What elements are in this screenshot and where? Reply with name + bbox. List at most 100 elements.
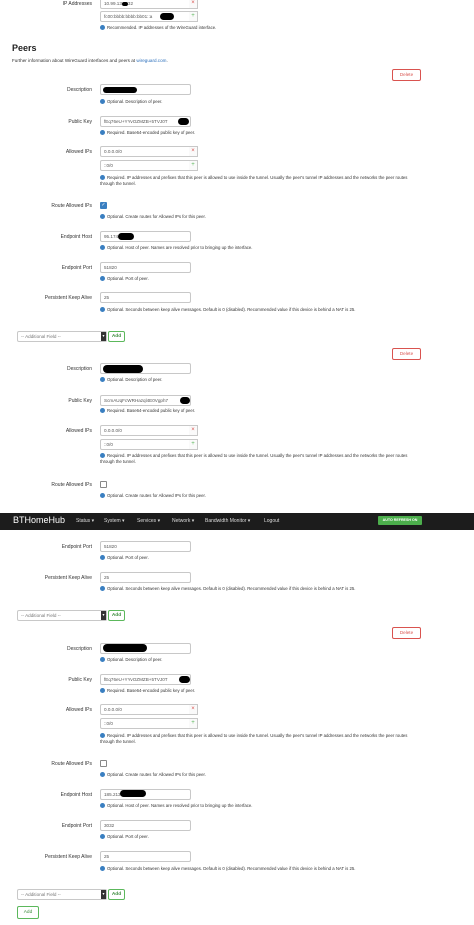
- keepalive-label: Persistent Keep Alive: [44, 575, 92, 581]
- keepalive-field[interactable]: 25: [100, 292, 191, 303]
- additional-field-select[interactable]: -- Additional Field -- ▼: [17, 610, 107, 621]
- allowed-ip-field-1[interactable]: 0.0.0.0/0: [100, 425, 191, 436]
- redaction-mark: [178, 118, 189, 125]
- add-peer-button[interactable]: Add: [17, 906, 39, 919]
- nav-system[interactable]: System ▾: [104, 518, 125, 524]
- endpoint-port-field[interactable]: 51820: [100, 541, 191, 552]
- allowed-ip-field-1[interactable]: 0.0.0.0/0: [100, 704, 191, 715]
- endpoint-host-label: Endpoint Host: [60, 792, 92, 798]
- info-icon: [100, 214, 105, 219]
- allowed-ip-field-2[interactable]: ::0/0: [100, 718, 191, 729]
- public-key-label: Public Key: [68, 119, 92, 125]
- chevron-down-icon: ▼: [101, 890, 106, 899]
- keepalive-field[interactable]: 25: [100, 572, 191, 583]
- allowed-ips-label: Allowed IPs: [65, 428, 92, 434]
- info-icon: [100, 175, 105, 180]
- remove-allowed-ip-button[interactable]: ×: [189, 425, 198, 436]
- wireguard-link[interactable]: wireguard.com: [136, 58, 166, 63]
- route-allowed-ips-checkbox[interactable]: [100, 760, 107, 767]
- route-allowed-ips-label: Route Allowed IPs: [51, 761, 92, 767]
- endpoint-host-label: Endpoint Host: [60, 234, 92, 240]
- auto-refresh-badge[interactable]: AUTO REFRESH ON: [378, 516, 422, 525]
- description-help: Optional. Description of peer.: [100, 99, 162, 105]
- chevron-down-icon: ▼: [101, 332, 106, 341]
- route-help: Optional. Create routes for Allowed IPs …: [100, 493, 206, 499]
- description-label: Description: [66, 646, 92, 652]
- info-icon: [100, 453, 105, 458]
- redaction-mark: [120, 790, 146, 797]
- nav-bandwidth-monitor[interactable]: Bandwidth Monitor ▾: [205, 518, 250, 524]
- info-icon: [100, 834, 105, 839]
- endpoint-host-help: Optional. Host of peer. Names are resolv…: [100, 803, 252, 809]
- keepalive-help: Optional. Seconds between keep alive mes…: [100, 586, 420, 592]
- allowed-ips-help: Required. IP addresses and prefixes that…: [100, 453, 408, 464]
- info-icon: [100, 307, 105, 312]
- redaction-mark: [160, 13, 174, 20]
- delete-peer-button[interactable]: Delete: [392, 348, 421, 360]
- ip-addresses-help: Recommended. IP addresses of the WireGua…: [100, 25, 216, 31]
- remove-allowed-ip-button[interactable]: ×: [189, 704, 198, 715]
- info-icon: [100, 245, 105, 250]
- endpoint-port-field[interactable]: 3032: [100, 820, 191, 831]
- add-allowed-ip-button[interactable]: +: [189, 439, 198, 450]
- allowed-ip-field-2[interactable]: ::0/0: [100, 160, 191, 171]
- ip-address-field-2[interactable]: fc00:bbbb:bbbb:bb01::a: [100, 11, 191, 22]
- redaction-mark: [103, 365, 143, 373]
- info-icon: [100, 866, 105, 871]
- route-allowed-ips-label: Route Allowed IPs: [51, 482, 92, 488]
- info-icon: [100, 130, 105, 135]
- info-icon: [100, 377, 105, 382]
- endpoint-host-field[interactable]: 95.174: [100, 231, 191, 242]
- route-allowed-ips-checkbox[interactable]: ✓: [100, 202, 107, 209]
- additional-field-select[interactable]: -- Additional Field -- ▼: [17, 331, 107, 342]
- allowed-ip-field-2[interactable]: ::0/0: [100, 439, 191, 450]
- redaction-mark: [180, 397, 190, 404]
- nav-network[interactable]: Network ▾: [172, 518, 194, 524]
- info-icon: [100, 803, 105, 808]
- top-navbar: BTHomeHub Status ▾ System ▾ Services ▾ N…: [0, 513, 474, 530]
- add-field-button[interactable]: Add: [108, 331, 125, 342]
- keepalive-help: Optional. Seconds between keep alive mes…: [100, 866, 420, 872]
- keepalive-field[interactable]: 25: [100, 851, 191, 862]
- remove-ip-button-1[interactable]: ×: [189, 0, 198, 9]
- delete-peer-button[interactable]: Delete: [392, 627, 421, 639]
- remove-allowed-ip-button[interactable]: ×: [189, 146, 198, 157]
- ip-addresses-label: IP Addresses: [62, 1, 92, 7]
- allowed-ip-field-1[interactable]: 0.0.0.0/0: [100, 146, 191, 157]
- route-allowed-ips-label: Route Allowed IPs: [51, 203, 92, 209]
- description-label: Description: [66, 87, 92, 93]
- route-allowed-ips-checkbox[interactable]: [100, 481, 107, 488]
- nav-services[interactable]: Services ▾: [137, 518, 160, 524]
- endpoint-port-label: Endpoint Port: [61, 265, 92, 271]
- endpoint-host-help: Optional. Host of peer. Names are resolv…: [100, 245, 252, 251]
- add-allowed-ip-button[interactable]: +: [189, 718, 198, 729]
- additional-field-select[interactable]: -- Additional Field -- ▼: [17, 889, 107, 900]
- nav-status[interactable]: Status ▾: [76, 518, 94, 524]
- description-help: Optional. Description of peer.: [100, 657, 162, 663]
- add-field-button[interactable]: Add: [108, 610, 125, 621]
- public-key-label: Public Key: [68, 398, 92, 404]
- info-icon: [100, 276, 105, 281]
- delete-peer-button[interactable]: Delete: [392, 69, 421, 81]
- endpoint-port-help: Optional. Port of peer.: [100, 555, 149, 561]
- description-label: Description: [66, 366, 92, 372]
- endpoint-port-help: Optional. Port of peer.: [100, 834, 149, 840]
- add-ip-button[interactable]: +: [189, 11, 198, 22]
- public-key-field[interactable]: ScmAUqFcWRHazql4E0Vgph7: [100, 395, 191, 406]
- endpoint-port-field[interactable]: 51820: [100, 262, 191, 273]
- ip-address-field-1[interactable]: 10.99.13 32: [100, 0, 191, 9]
- redaction-mark: [103, 87, 137, 93]
- peers-title: Peers: [12, 43, 37, 53]
- public-key-label: Public Key: [68, 677, 92, 683]
- redaction-mark: [103, 644, 147, 652]
- add-field-button[interactable]: Add: [108, 889, 125, 900]
- info-icon: [100, 688, 105, 693]
- nav-logout[interactable]: Logout: [264, 518, 279, 524]
- keepalive-label: Persistent Keep Alive: [44, 295, 92, 301]
- info-icon: [100, 25, 105, 30]
- brand-logo[interactable]: BTHomeHub: [13, 515, 65, 525]
- info-icon: [100, 408, 105, 413]
- public-key-field[interactable]: fEq76eU+YYvOZMZB+5TVJ0T: [100, 674, 191, 685]
- info-icon: [100, 555, 105, 560]
- add-allowed-ip-button[interactable]: +: [189, 160, 198, 171]
